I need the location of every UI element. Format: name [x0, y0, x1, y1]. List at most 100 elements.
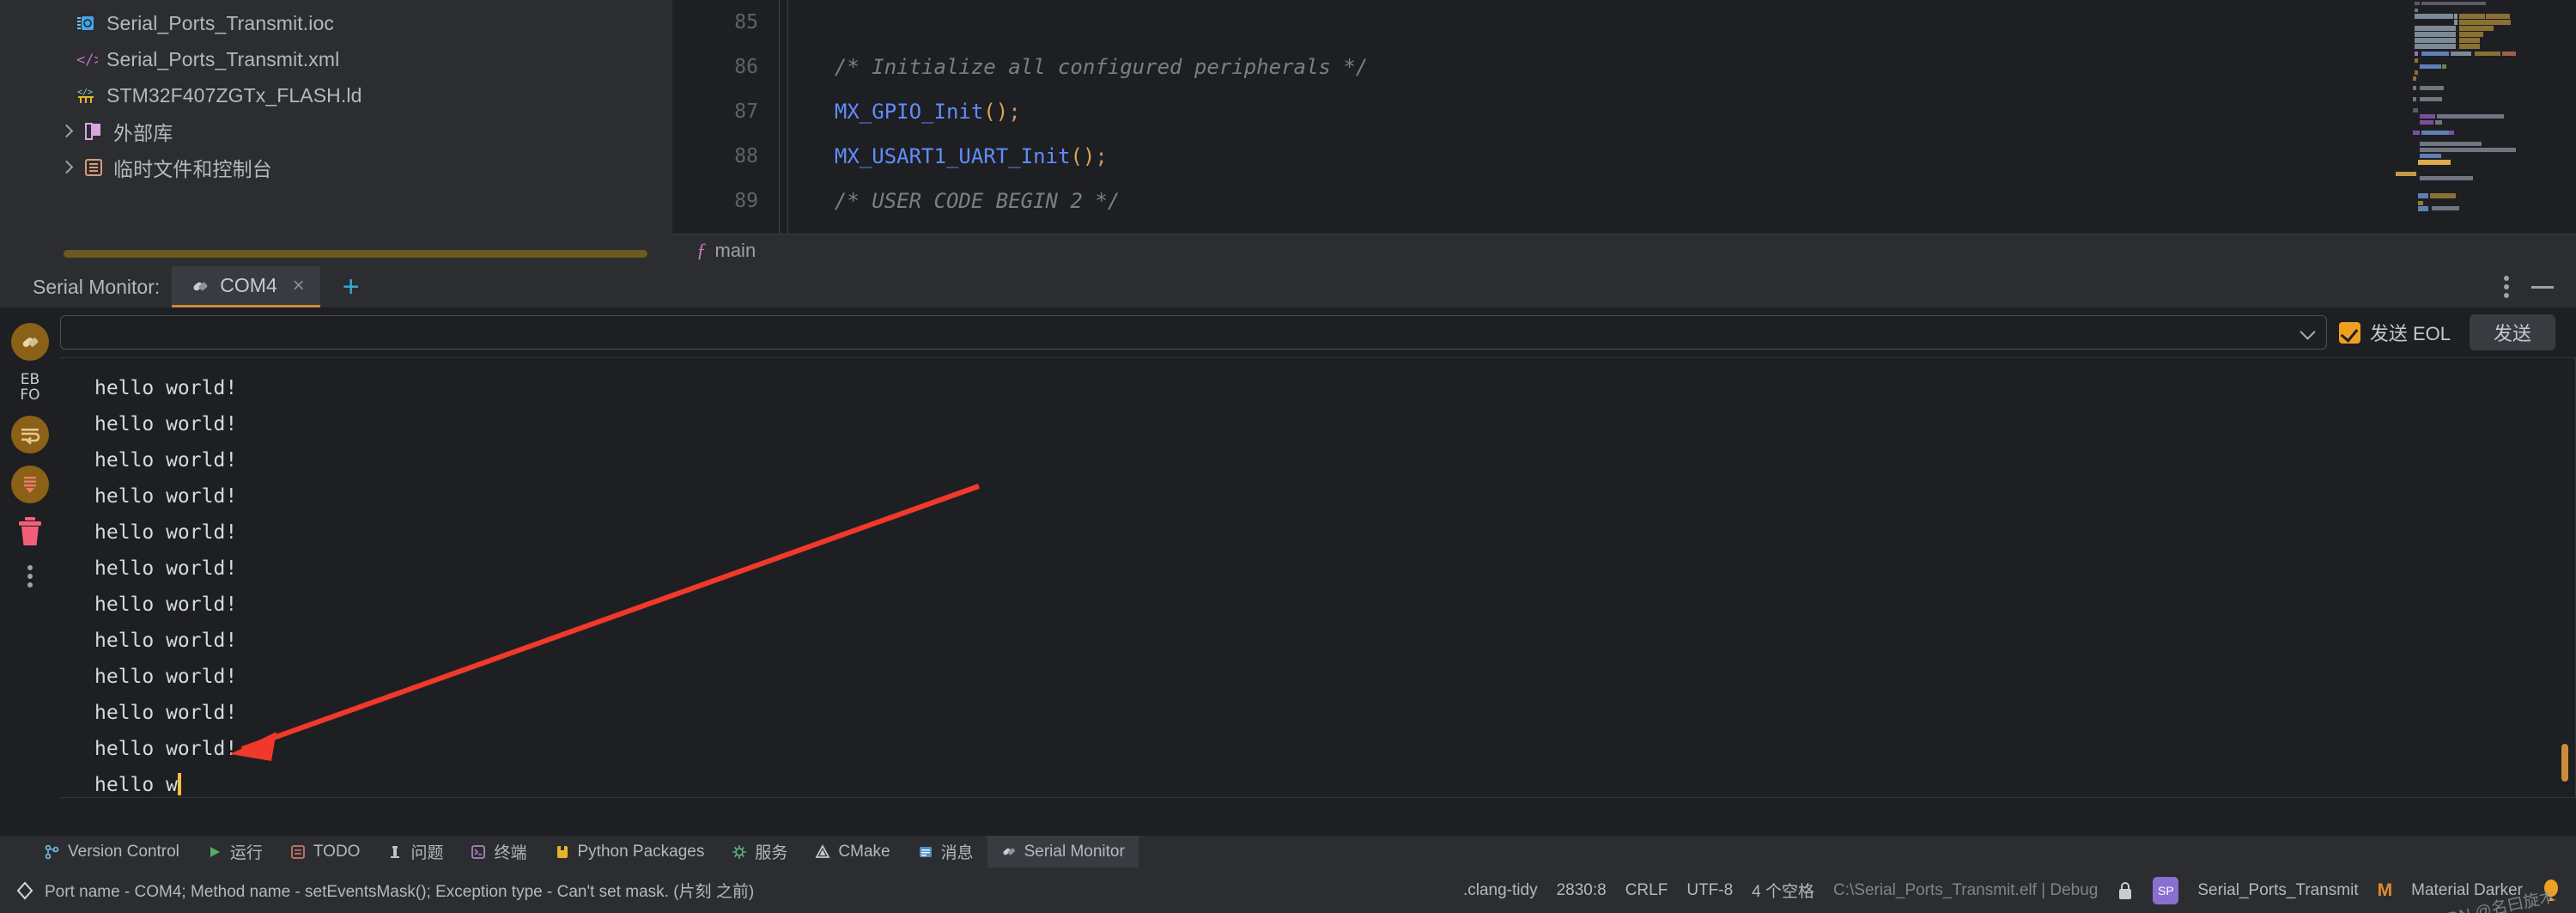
- chevron-right-icon[interactable]: [58, 124, 74, 139]
- send-eol-option[interactable]: 发送 EOL: [2338, 319, 2451, 346]
- code-text[interactable]: /* Initialize all configured peripherals…: [772, 55, 1368, 79]
- status-right-area: .clang-tidy 2830:8 CRLF UTF-8 4 个空格 C:\S…: [1463, 876, 2561, 904]
- tool-window-label: 服务: [755, 844, 788, 862]
- tool-window-label: Python Packages: [577, 842, 705, 861]
- serial-monitor-panel: Serial Monitor: COM4 × + 发送 EOL 发送 EB FO…: [0, 266, 2576, 836]
- scroll-to-end-icon[interactable]: [11, 323, 49, 361]
- soft-wrap-icon[interactable]: [11, 415, 49, 453]
- xml-icon: </>: [76, 48, 103, 70]
- plug-icon: [193, 282, 208, 290]
- trash-icon[interactable]: [15, 515, 45, 548]
- code-token: /* Initialize all configured peripherals…: [810, 55, 1369, 79]
- scroll-down-icon[interactable]: [11, 465, 49, 503]
- minimize-icon[interactable]: [2531, 285, 2554, 289]
- tab-com4[interactable]: COM4 ×: [172, 266, 320, 307]
- function-icon: ƒ: [696, 239, 707, 261]
- tool-window-button[interactable]: Serial Monitor: [987, 836, 1139, 867]
- chevron-right-icon[interactable]: [58, 160, 74, 175]
- code-text[interactable]: /* USER CODE BEGIN 2 */: [772, 189, 1120, 213]
- code-text[interactable]: MX_GPIO_Init();: [772, 100, 1021, 124]
- status-message-area[interactable]: Port name - COM4; Method name - setEvent…: [15, 879, 754, 902]
- indent-guide-secondary: [787, 0, 788, 234]
- tool-window-button[interactable]: 服务: [718, 836, 801, 867]
- serial-monitor-title: Serial Monitor:: [33, 275, 161, 298]
- console-line: hello world!: [94, 551, 2575, 587]
- send-eol-checkbox[interactable]: [2338, 321, 2360, 344]
- tree-item[interactable]: Serial_Ports_Transmit.ioc: [33, 5, 672, 41]
- close-icon[interactable]: ×: [293, 274, 305, 298]
- tool-window-button[interactable]: 终端: [457, 836, 540, 867]
- serial-monitor-icon: [1001, 844, 1017, 860]
- run-configuration-path[interactable]: C:\Serial_Ports_Transmit.elf | Debug: [1833, 881, 2098, 900]
- code-line[interactable]: 89 /* USER CODE BEGIN 2 */: [672, 179, 2576, 223]
- tool-window-button[interactable]: Version Control: [31, 836, 193, 867]
- services-icon: [732, 844, 747, 860]
- console-scrollbar[interactable]: [2561, 744, 2568, 782]
- tree-item-label: Serial_Ports_Transmit.ioc: [106, 11, 334, 34]
- file-encoding[interactable]: UTF-8: [1686, 881, 1733, 900]
- tree-item-label: Serial_Ports_Transmit.xml: [106, 47, 340, 70]
- code-lines[interactable]: 85 86 /* Initialize all configured periph…: [672, 0, 2576, 234]
- code-line[interactable]: 86 /* Initialize all configured peripher…: [672, 45, 2576, 89]
- text-caret: [177, 773, 181, 795]
- send-input-combo[interactable]: [60, 315, 2327, 350]
- event-log-icon: [16, 880, 33, 900]
- tree-item[interactable]: </> STM32F407ZGTx_FLASH.ld: [33, 77, 672, 113]
- code-token: ;: [1095, 144, 1108, 168]
- encoding-label[interactable]: EB FO: [20, 372, 39, 404]
- tree-item[interactable]: </> Serial_Ports_Transmit.xml: [33, 41, 672, 77]
- code-line[interactable]: 85: [672, 0, 2576, 45]
- project-chip[interactable]: SP: [2153, 876, 2179, 904]
- code-editor[interactable]: 85 86 /* Initialize all configured periph…: [672, 0, 2576, 266]
- caret-position[interactable]: 2830:8: [1557, 881, 1607, 900]
- editor-minimap[interactable]: [2396, 0, 2576, 234]
- code-text[interactable]: MX_USART1_UART_Init();: [772, 144, 1108, 168]
- send-input[interactable]: [71, 321, 2300, 344]
- inspection-widget[interactable]: .clang-tidy: [1463, 881, 1538, 900]
- kebab-icon[interactable]: [2504, 276, 2509, 298]
- terminal-icon: [471, 844, 486, 860]
- status-message: Port name - COM4; Method name - setEvent…: [45, 883, 755, 901]
- console-line-text: hello world!: [94, 449, 238, 472]
- tree-item[interactable]: 外部库: [33, 113, 672, 149]
- chevron-down-icon[interactable]: [2300, 325, 2316, 340]
- tool-window-button[interactable]: 消息: [904, 836, 987, 867]
- problems-icon: [387, 844, 403, 860]
- send-button[interactable]: 发送: [2469, 314, 2555, 350]
- ide-window: Serial_Ports_Transmit.ioc </> Serial_Ports…: [0, 0, 2576, 913]
- tool-window-button[interactable]: Python Packages: [541, 836, 719, 867]
- serial-console-output[interactable]: hello world! hello world! hello world! hell…: [60, 357, 2576, 798]
- console-line-text: hello world!: [94, 630, 238, 652]
- console-line: hello world!: [94, 695, 2575, 731]
- branch-icon: [45, 844, 60, 860]
- tree-horizontal-scrollbar[interactable]: [64, 250, 647, 258]
- tree-item[interactable]: 临时文件和控制台: [33, 149, 672, 186]
- line-number: 89: [734, 190, 758, 212]
- send-eol-label: 发送 EOL: [2369, 323, 2451, 344]
- lock-icon[interactable]: [2117, 880, 2134, 901]
- console-line: hello world!: [94, 623, 2575, 659]
- tool-window-button[interactable]: 问题: [374, 836, 457, 867]
- indent-widget[interactable]: 4 个空格: [1752, 879, 1814, 902]
- tool-window-button[interactable]: TODO: [276, 836, 374, 867]
- code-line[interactable]: 87 MX_GPIO_Init();: [672, 89, 2576, 134]
- console-line-text: hello world!: [94, 413, 238, 435]
- tool-window-label: TODO: [313, 842, 361, 861]
- tool-window-label: CMake: [838, 842, 890, 861]
- code-line[interactable]: 88 MX_USART1_UART_Init();: [672, 134, 2576, 179]
- console-line-text: hello world!: [94, 377, 238, 399]
- project-name[interactable]: Serial_Ports_Transmit: [2197, 881, 2358, 900]
- tool-window-button[interactable]: CMake: [801, 836, 903, 867]
- console-line: hello world!: [94, 478, 2575, 514]
- tool-window-label: 终端: [494, 844, 527, 862]
- line-separator[interactable]: CRLF: [1625, 881, 1668, 900]
- code-token: (): [1070, 144, 1096, 168]
- tool-window-button[interactable]: 运行: [193, 836, 276, 867]
- tree-item-label: 外部库: [113, 122, 173, 144]
- breadcrumb[interactable]: ƒ main: [672, 234, 2576, 266]
- add-tab-button[interactable]: +: [343, 272, 360, 301]
- project-tree-panel[interactable]: Serial_Ports_Transmit.ioc </> Serial_Ports…: [33, 0, 672, 266]
- console-line-text: hello world!: [94, 593, 238, 616]
- kebab-icon[interactable]: [27, 564, 33, 587]
- code-token: (): [983, 100, 1009, 124]
